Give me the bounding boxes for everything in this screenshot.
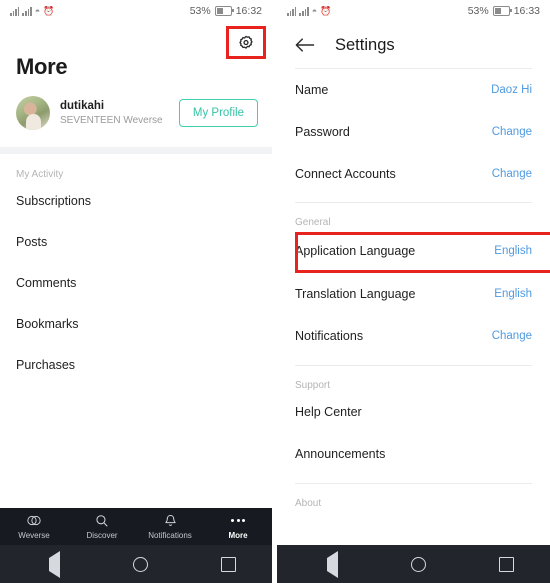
settings-row-value[interactable]: Change xyxy=(492,168,532,180)
profile-name: dutikahi xyxy=(60,99,105,112)
settings-row-label: Help Center xyxy=(295,405,362,419)
battery-icon xyxy=(492,6,512,16)
settings-row-label: Announcements xyxy=(295,447,386,461)
settings-row-name[interactable]: Name Daoz Hi xyxy=(295,69,532,111)
settings-row-value[interactable]: Change xyxy=(492,126,532,138)
section-divider xyxy=(0,147,272,154)
alarm-icon: ⏰ xyxy=(43,5,55,16)
avatar[interactable] xyxy=(16,96,50,130)
settings-row-label: Application Language xyxy=(295,244,416,258)
signal-bars-icon xyxy=(299,7,309,16)
menu-item-subscriptions[interactable]: Subscriptions xyxy=(16,180,272,221)
profile-subtitle: SEVENTEEN Weverse xyxy=(60,114,163,126)
clock-label: 16:32 xyxy=(235,5,262,17)
nav-back-icon[interactable] xyxy=(314,550,338,578)
signal-bars-icon xyxy=(22,7,32,16)
settings-row-password[interactable]: Password Change xyxy=(295,111,532,153)
wifi-icon: ◓ xyxy=(311,5,318,16)
android-nav-bar-right xyxy=(277,545,550,583)
nav-home-icon[interactable] xyxy=(132,556,148,572)
settings-app-bar: Settings xyxy=(277,22,550,68)
battery-percent-label: 53% xyxy=(189,5,211,17)
settings-row-value[interactable]: English xyxy=(494,245,532,257)
tab-label-weverse: Weverse xyxy=(18,530,50,540)
right-phone-screen: ◓ ⏰ 53% 16:33 Settings Name Daoz Hi Pass… xyxy=(277,0,550,583)
left-phone-screen: ◓ ⏰ 53% 16:32 More dutikahi SEVENTEEN We… xyxy=(0,0,272,583)
tab-label-more: More xyxy=(228,530,248,540)
my-profile-button[interactable]: My Profile xyxy=(178,99,258,127)
signal-bars-icon xyxy=(287,7,297,16)
status-bar-right-icons: 53% 16:32 xyxy=(190,5,262,17)
signal-bars-icon xyxy=(10,7,20,16)
dual-screenshot: ◓ ⏰ 53% 16:32 More dutikahi SEVENTEEN We… xyxy=(0,0,550,583)
nav-recents-icon[interactable] xyxy=(498,556,514,572)
status-bar-left: ◓ ⏰ 53% 16:32 xyxy=(0,0,272,22)
settings-row-connect-accounts[interactable]: Connect Accounts Change xyxy=(295,153,532,195)
settings-row-translation-language[interactable]: Translation Language English xyxy=(295,273,532,315)
support-settings-group: Help Center Announcements xyxy=(277,391,550,475)
bottom-tab-bar: Weverse Discover Notifications More xyxy=(0,508,272,545)
more-menu-list: Subscriptions Posts Comments Bookmarks P… xyxy=(0,180,272,385)
settings-row-help-center[interactable]: Help Center xyxy=(295,391,532,433)
search-icon xyxy=(95,514,109,528)
account-settings-group: Name Daoz Hi Password Change Connect Acc… xyxy=(277,69,550,195)
menu-item-purchases[interactable]: Purchases xyxy=(16,344,272,385)
menu-item-bookmarks[interactable]: Bookmarks xyxy=(16,303,272,344)
tab-discover[interactable]: Discover xyxy=(68,514,136,540)
bell-icon xyxy=(164,514,177,528)
tab-label-discover: Discover xyxy=(86,530,118,540)
settings-row-announcements[interactable]: Announcements xyxy=(295,433,532,475)
section-header-support: Support xyxy=(295,380,331,391)
section-header-general: General xyxy=(295,217,331,228)
settings-row-label: Name xyxy=(295,83,329,97)
tab-weverse[interactable]: Weverse xyxy=(0,514,68,540)
settings-row-label: Connect Accounts xyxy=(295,167,396,181)
page-title: Settings xyxy=(335,35,395,54)
profile-row[interactable]: dutikahi SEVENTEEN Weverse My Profile xyxy=(16,96,258,130)
section-header-about: About xyxy=(295,498,322,509)
settings-row-label: Notifications xyxy=(295,329,364,343)
status-bar-left-icons: ◓ ⏰ xyxy=(10,5,55,16)
alarm-icon: ⏰ xyxy=(320,5,332,16)
profile-info: dutikahi SEVENTEEN Weverse xyxy=(60,99,179,128)
nav-home-icon[interactable] xyxy=(410,556,426,572)
tab-label-notifications: Notifications xyxy=(148,530,192,540)
nav-back-icon[interactable] xyxy=(36,550,61,578)
settings-row-notifications[interactable]: Notifications Change xyxy=(295,315,532,357)
settings-row-value[interactable]: English xyxy=(494,288,532,300)
settings-row-value[interactable]: Daoz Hi xyxy=(491,84,532,96)
settings-row-application-language[interactable]: Application Language English xyxy=(295,228,532,273)
wifi-icon: ◓ xyxy=(34,5,41,16)
clock-label: 16:33 xyxy=(513,5,540,17)
battery-icon xyxy=(214,6,234,16)
tab-more[interactable]: More xyxy=(204,514,272,540)
android-nav-bar-left xyxy=(0,545,272,583)
settings-gear-highlight xyxy=(226,26,266,59)
settings-row-value[interactable]: Change xyxy=(492,330,532,342)
more-dots-icon xyxy=(231,514,245,528)
weverse-circles-icon xyxy=(26,514,42,528)
menu-item-comments[interactable]: Comments xyxy=(16,262,272,303)
settings-row-label: Translation Language xyxy=(295,287,416,301)
nav-recents-icon[interactable] xyxy=(220,556,236,572)
gear-icon[interactable] xyxy=(237,34,255,52)
settings-row-label: Password xyxy=(295,125,350,139)
general-settings-group: Application Language English Translation… xyxy=(277,228,550,357)
tab-notifications[interactable]: Notifications xyxy=(136,514,204,540)
back-arrow-icon[interactable] xyxy=(295,37,315,53)
battery-percent-label: 53% xyxy=(467,5,489,17)
status-bar-right-icons: 53% 16:33 xyxy=(468,5,540,17)
section-label-my-activity: My Activity xyxy=(16,169,64,180)
status-bar-right: ◓ ⏰ 53% 16:33 xyxy=(277,0,550,22)
status-bar-left-icons: ◓ ⏰ xyxy=(287,5,332,16)
menu-item-posts[interactable]: Posts xyxy=(16,221,272,262)
